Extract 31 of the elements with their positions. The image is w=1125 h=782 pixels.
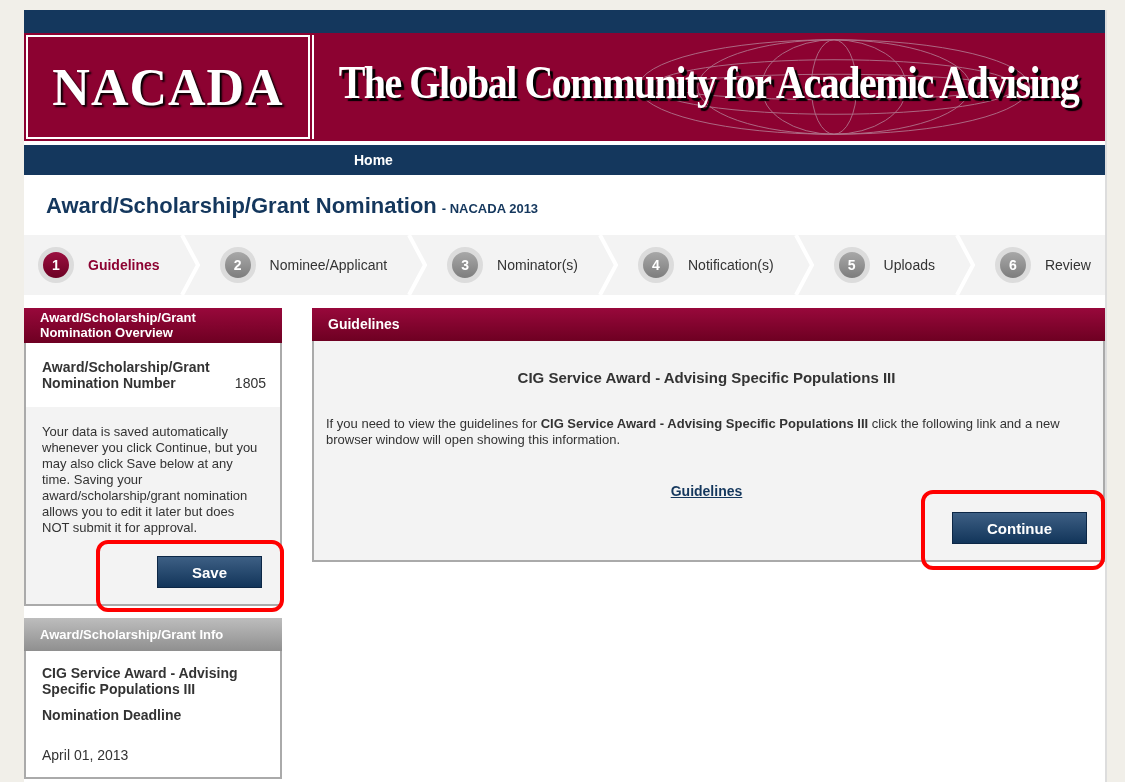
logo-text: NACADA [52, 57, 284, 117]
step-tab[interactable]: 5 Uploads [833, 235, 947, 295]
number-label: Award/Scholarship/Grant Nomination Number [42, 359, 211, 391]
step-number-badge: 5 [833, 247, 870, 283]
award-heading: CIG Service Award - Advising Specific Populations III [516, 369, 897, 386]
nav-link[interactable]: Home [354, 152, 393, 168]
step-tab[interactable]: 6 Review [994, 235, 1103, 295]
step-tab[interactable]: 4 Notification(s) [638, 235, 786, 295]
guidelines-link[interactable]: Guidelines [670, 483, 743, 499]
award-name: CIG Service Award - Advising Specific Populations III [42, 665, 239, 697]
panel-header: Guidelines [312, 308, 1105, 341]
step-number-badge: 4 [638, 247, 674, 283]
panel-header: Award/Scholarship/Grant Nomination Overview [24, 308, 282, 343]
step-tab[interactable]: 3 Nominator(s) [447, 235, 590, 295]
step-number-badge: 2 [219, 247, 256, 283]
deadline-label: Nomination Deadline [42, 707, 183, 723]
tagline: The Global Community for Academic Advising [338, 55, 1079, 110]
step-tab[interactable]: 1 Guidelines [38, 235, 172, 295]
step-number-badge: 3 [447, 247, 484, 283]
page-subtitle: - NACADA 2013 [441, 201, 539, 216]
continue-button[interactable]: Continue [952, 512, 1087, 544]
number-value: 1805 [234, 375, 266, 391]
step-number-badge: 1 [38, 247, 74, 283]
page-title: Award/Scholarship/Grant Nomination [46, 193, 437, 218]
deadline-date: April 01, 2013 [42, 747, 130, 763]
guidelines-text: If you need to view the guidelines for CIG Service Award - Advising Specific Populations III click the following link and a new browser window will open showing this information. [326, 416, 1061, 448]
save-note: Your data is saved automatically whenever you click Continue, but you may also click Save below at any time. Saving your award/scholarship/grant nomination allows you to edit it later but does NOT submit it for approval. [42, 424, 259, 536]
step-number-badge: 6 [994, 247, 1031, 283]
panel-header: Award/Scholarship/Grant Info [24, 618, 282, 651]
save-button[interactable]: Save [157, 556, 262, 588]
step-tab[interactable]: 2 Nominee/Applicant [219, 235, 400, 295]
